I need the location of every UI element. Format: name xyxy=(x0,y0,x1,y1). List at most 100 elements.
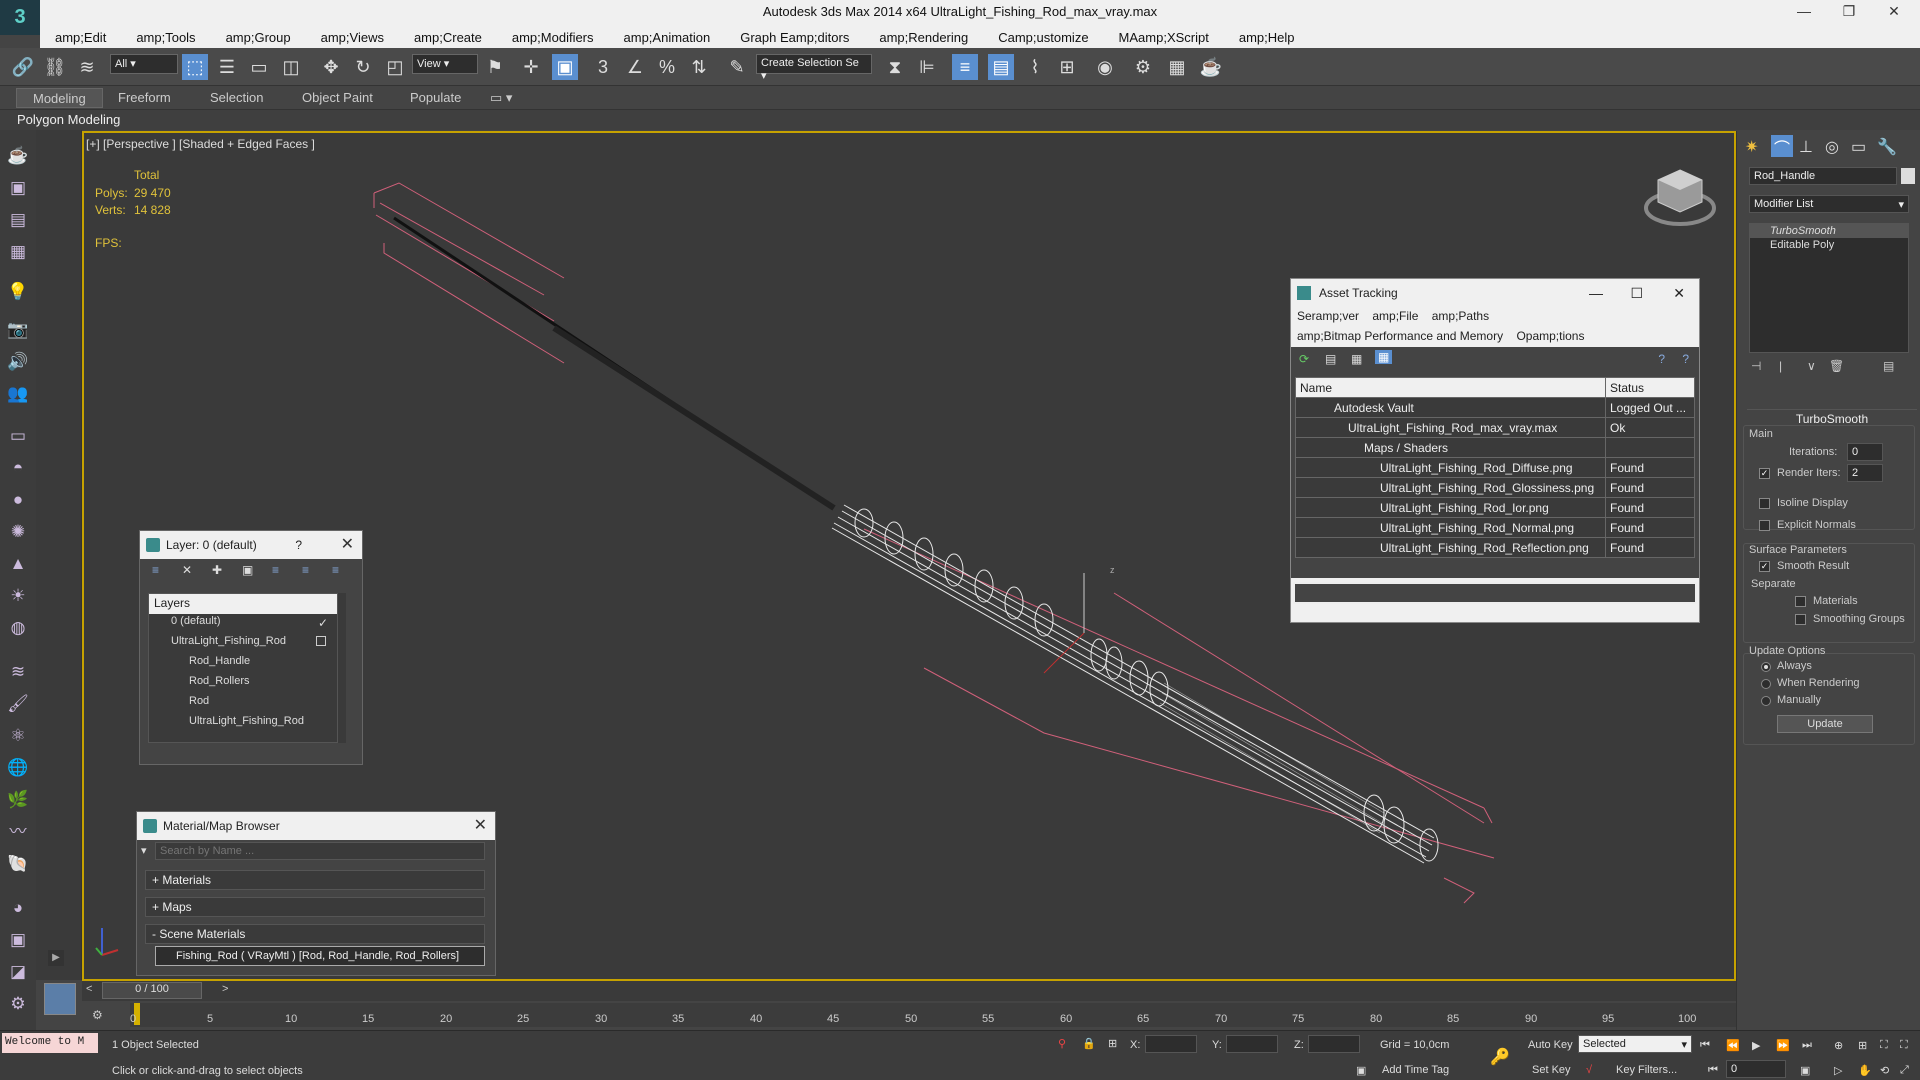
pan-icon[interactable]: ✋ xyxy=(1858,1064,1872,1077)
rect-selection-icon[interactable]: ▭ xyxy=(246,54,272,80)
render-frame-icon[interactable]: ◪ xyxy=(6,960,30,984)
layer-hide-toggle[interactable] xyxy=(316,636,326,646)
teapot-icon[interactable]: ☕ xyxy=(6,144,30,168)
tab-object-paint[interactable]: Object Paint xyxy=(302,90,373,105)
menu-tools[interactable]: amp;Tools xyxy=(121,30,210,45)
key-filters-button[interactable]: Key Filters... xyxy=(1616,1064,1677,1076)
stack-item-turbosmooth[interactable]: TurboSmooth xyxy=(1750,224,1908,238)
freeze-layers-icon[interactable]: ≡ xyxy=(332,563,339,577)
zoom-extents-icon[interactable]: ⛶ xyxy=(1880,1039,1888,1052)
layer-item[interactable]: UltraLight_Fishing_Rod xyxy=(149,714,337,734)
sun-icon[interactable]: ☀ xyxy=(6,584,30,608)
motion-tab-icon[interactable]: ◎ xyxy=(1825,137,1839,157)
spinner-snap-icon[interactable]: ⇅ xyxy=(686,54,712,80)
asset-menu-bitmap[interactable]: amp;Bitmap Performance and Memory xyxy=(1297,329,1503,343)
reference-coord-select[interactable]: View ▾ xyxy=(412,54,478,74)
asset-close-icon[interactable]: ✕ xyxy=(1673,279,1685,307)
minimize-icon[interactable]: — xyxy=(1790,3,1818,19)
show-end-result-icon[interactable]: | xyxy=(1779,359,1782,373)
modify-tab-icon[interactable]: ⌒ xyxy=(1771,135,1793,158)
auto-key-button[interactable]: Auto Key xyxy=(1528,1039,1573,1051)
always-radio[interactable] xyxy=(1761,662,1771,672)
rotate-icon[interactable]: ↻ xyxy=(350,54,376,80)
asset-menu-paths[interactable]: amp;Paths xyxy=(1432,309,1489,323)
plant-icon[interactable]: 🌿 xyxy=(6,788,30,812)
angle-snap-icon[interactable]: ∠ xyxy=(622,54,648,80)
y-coordinate-field[interactable] xyxy=(1226,1035,1278,1053)
time-slider[interactable]: < 0 / 100 > xyxy=(82,981,1736,1001)
previous-frame-icon[interactable]: ⏪ xyxy=(1726,1039,1740,1052)
table-row[interactable]: UltraLight_Fishing_Rod_Diffuse.png Found xyxy=(1295,457,1695,478)
schematic-view-icon[interactable]: ⊞ xyxy=(1054,54,1080,80)
camera-icon[interactable]: 📷 xyxy=(6,318,30,342)
ribbon-options-icon[interactable]: ▭ ▾ xyxy=(490,90,512,106)
layer-manager-icon[interactable]: ≡ xyxy=(952,54,978,80)
shell-icon[interactable]: 🐚 xyxy=(6,852,30,876)
hide-layers-icon[interactable]: ≡ xyxy=(302,563,309,577)
link-icon[interactable]: 🔗 xyxy=(10,54,36,80)
tab-modeling[interactable]: Modeling xyxy=(16,88,103,108)
settings-icon[interactable]: ⚙ xyxy=(6,992,30,1016)
percent-snap-icon[interactable]: % xyxy=(654,54,680,80)
maximize-viewport-icon[interactable]: ⤢ xyxy=(1900,1064,1909,1077)
layer-dialog-close-icon[interactable]: ✕ xyxy=(341,531,354,559)
remove-modifier-icon[interactable]: 🗑 xyxy=(1829,359,1844,373)
refresh-icon[interactable]: ⟳ xyxy=(1299,352,1309,366)
expand-arrow-icon[interactable]: ▶ xyxy=(48,950,64,966)
globe-icon[interactable]: 🌐 xyxy=(6,756,30,780)
box-icon[interactable]: ▣ xyxy=(6,928,30,952)
asset-minimize-icon[interactable]: — xyxy=(1589,279,1603,307)
iterations-spinner[interactable]: 0 xyxy=(1847,443,1883,461)
separate-smoothing-checkbox[interactable] xyxy=(1795,614,1806,625)
render-iters-checkbox[interactable]: ✓ xyxy=(1759,468,1770,479)
current-frame-field[interactable]: 0 xyxy=(1726,1060,1786,1078)
turbosmooth-rollout-title[interactable]: TurboSmooth xyxy=(1747,409,1917,426)
pin-stack-icon[interactable]: ⊣ xyxy=(1751,359,1761,373)
tab-freeform[interactable]: Freeform xyxy=(118,90,171,105)
maxscript-listener[interactable]: Welcome to M xyxy=(2,1033,98,1053)
menu-modifiers[interactable]: amp;Modifiers xyxy=(497,30,609,45)
configure-sets-icon[interactable]: ▤ xyxy=(1883,359,1894,373)
maps-section[interactable]: + Maps xyxy=(145,897,485,917)
bind-spacewarp-icon[interactable]: ≋ xyxy=(74,54,100,80)
isoline-checkbox[interactable] xyxy=(1759,498,1770,509)
tree-view-icon[interactable]: ▦ xyxy=(1351,352,1362,366)
selection-filter-select[interactable]: All ▾ xyxy=(110,54,178,74)
modifier-list-dropdown[interactable]: Modifier List ▾ xyxy=(1749,195,1909,213)
orb-icon[interactable]: ◕ xyxy=(6,896,30,920)
people-icon[interactable]: 👥 xyxy=(6,382,30,406)
menu-rendering[interactable]: amp;Rendering xyxy=(864,30,983,45)
rendered-frame-icon[interactable]: ▦ xyxy=(1164,54,1190,80)
key-set-dropdown[interactable]: Selected ▾ xyxy=(1578,1035,1692,1053)
update-button[interactable]: Update xyxy=(1777,715,1873,733)
align-icon[interactable]: ⊫ xyxy=(914,54,940,80)
material-sphere-icon[interactable]: ◍ xyxy=(6,616,30,640)
scene-materials-section[interactable]: - Scene Materials xyxy=(145,924,485,944)
scene-material-item[interactable]: Fishing_Rod ( VRayMtl ) [Rod, Rod_Handle… xyxy=(155,946,485,966)
table-row[interactable]: UltraLight_Fishing_Rod_Ior.png Found xyxy=(1295,497,1695,518)
tab-populate[interactable]: Populate xyxy=(410,90,461,105)
table-row[interactable]: UltraLight_Fishing_Rod_Reflection.png Fou… xyxy=(1295,537,1695,558)
menu-maxscript[interactable]: MAamp;XScript xyxy=(1104,30,1224,45)
cone-icon[interactable]: ▲ xyxy=(6,552,30,576)
layer-item[interactable]: Rod xyxy=(149,694,337,714)
light-icon[interactable]: 💡 xyxy=(6,280,30,304)
zoom-icon[interactable]: ⊕ xyxy=(1834,1039,1843,1052)
time-next-icon[interactable]: > xyxy=(222,983,228,995)
atom-icon[interactable]: ⚛ xyxy=(6,724,30,748)
track-bar[interactable]: 0 5 10 15 20 25 30 35 40 45 50 55 60 65 … xyxy=(130,1003,1736,1027)
restore-icon[interactable]: ❐ xyxy=(1835,3,1863,20)
table-view-icon[interactable]: ▦ xyxy=(1375,350,1393,364)
paint-icon[interactable]: 🖌 xyxy=(6,692,30,716)
stack-item-editable-poly[interactable]: Editable Poly xyxy=(1750,238,1908,252)
isolate-icon[interactable]: ⚲ xyxy=(1058,1037,1066,1050)
material-browser-titlebar[interactable]: Material/Map Browser ✕ xyxy=(137,812,495,840)
time-tag-icon[interactable]: ▣ xyxy=(1356,1064,1366,1077)
keyboard-shortcut-icon[interactable]: ▣ xyxy=(552,54,578,80)
menu-animation[interactable]: amp;Animation xyxy=(609,30,726,45)
field-of-view-icon[interactable]: ▷ xyxy=(1834,1064,1842,1077)
zoom-all-icon[interactable]: ⊞ xyxy=(1858,1039,1867,1052)
manipulate-icon[interactable]: ✛ xyxy=(518,54,544,80)
go-to-end-icon[interactable]: ⏭ xyxy=(1802,1039,1812,1052)
dome-icon[interactable]: ◓ xyxy=(6,456,30,480)
